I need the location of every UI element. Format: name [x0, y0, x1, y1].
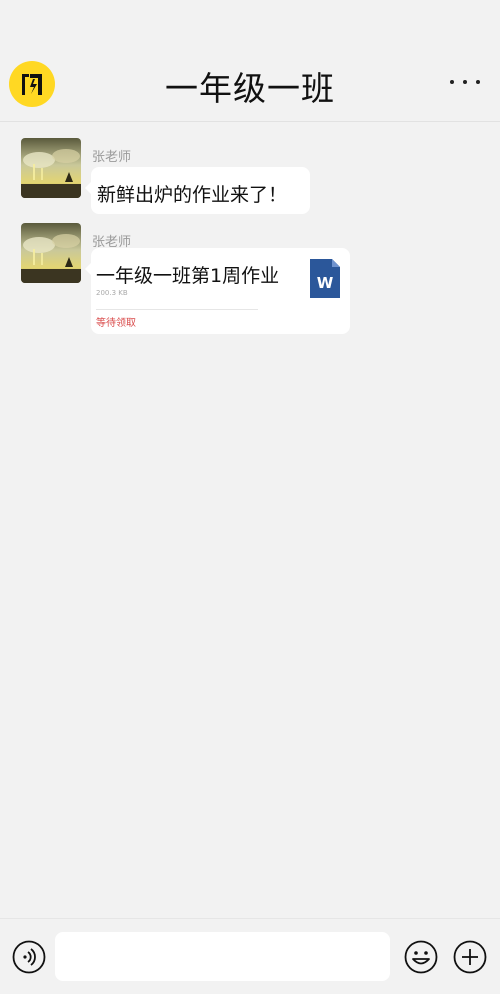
add-icon[interactable]	[453, 940, 487, 974]
more-dots-icon[interactable]	[450, 72, 480, 92]
chat-header: 一年级一班	[0, 0, 500, 122]
page-title: 一年级一班	[165, 69, 335, 108]
word-doc-icon: W	[310, 259, 340, 298]
message-text: 新鲜出炉的作业来了！	[97, 184, 288, 206]
file-status: 等待领取	[96, 318, 136, 329]
message-input[interactable]	[55, 932, 390, 981]
emoji-icon[interactable]	[404, 940, 438, 974]
file-name: 一年级一班第1周作业	[96, 265, 280, 287]
avatar[interactable]	[21, 223, 81, 283]
message-bubble[interactable]: 新鲜出炉的作业来了！	[85, 167, 310, 214]
avatar[interactable]	[21, 138, 81, 198]
voice-icon[interactable]	[12, 940, 46, 974]
input-bar	[0, 918, 500, 994]
file-size: 200.3 KB	[96, 289, 128, 297]
svg-text:W: W	[317, 274, 334, 292]
divider	[96, 309, 258, 310]
file-message-card[interactable]: 一年级一班第1周作业 200.3 KB 等待领取 W	[85, 248, 350, 334]
sender-name: 张老师	[92, 150, 132, 165]
